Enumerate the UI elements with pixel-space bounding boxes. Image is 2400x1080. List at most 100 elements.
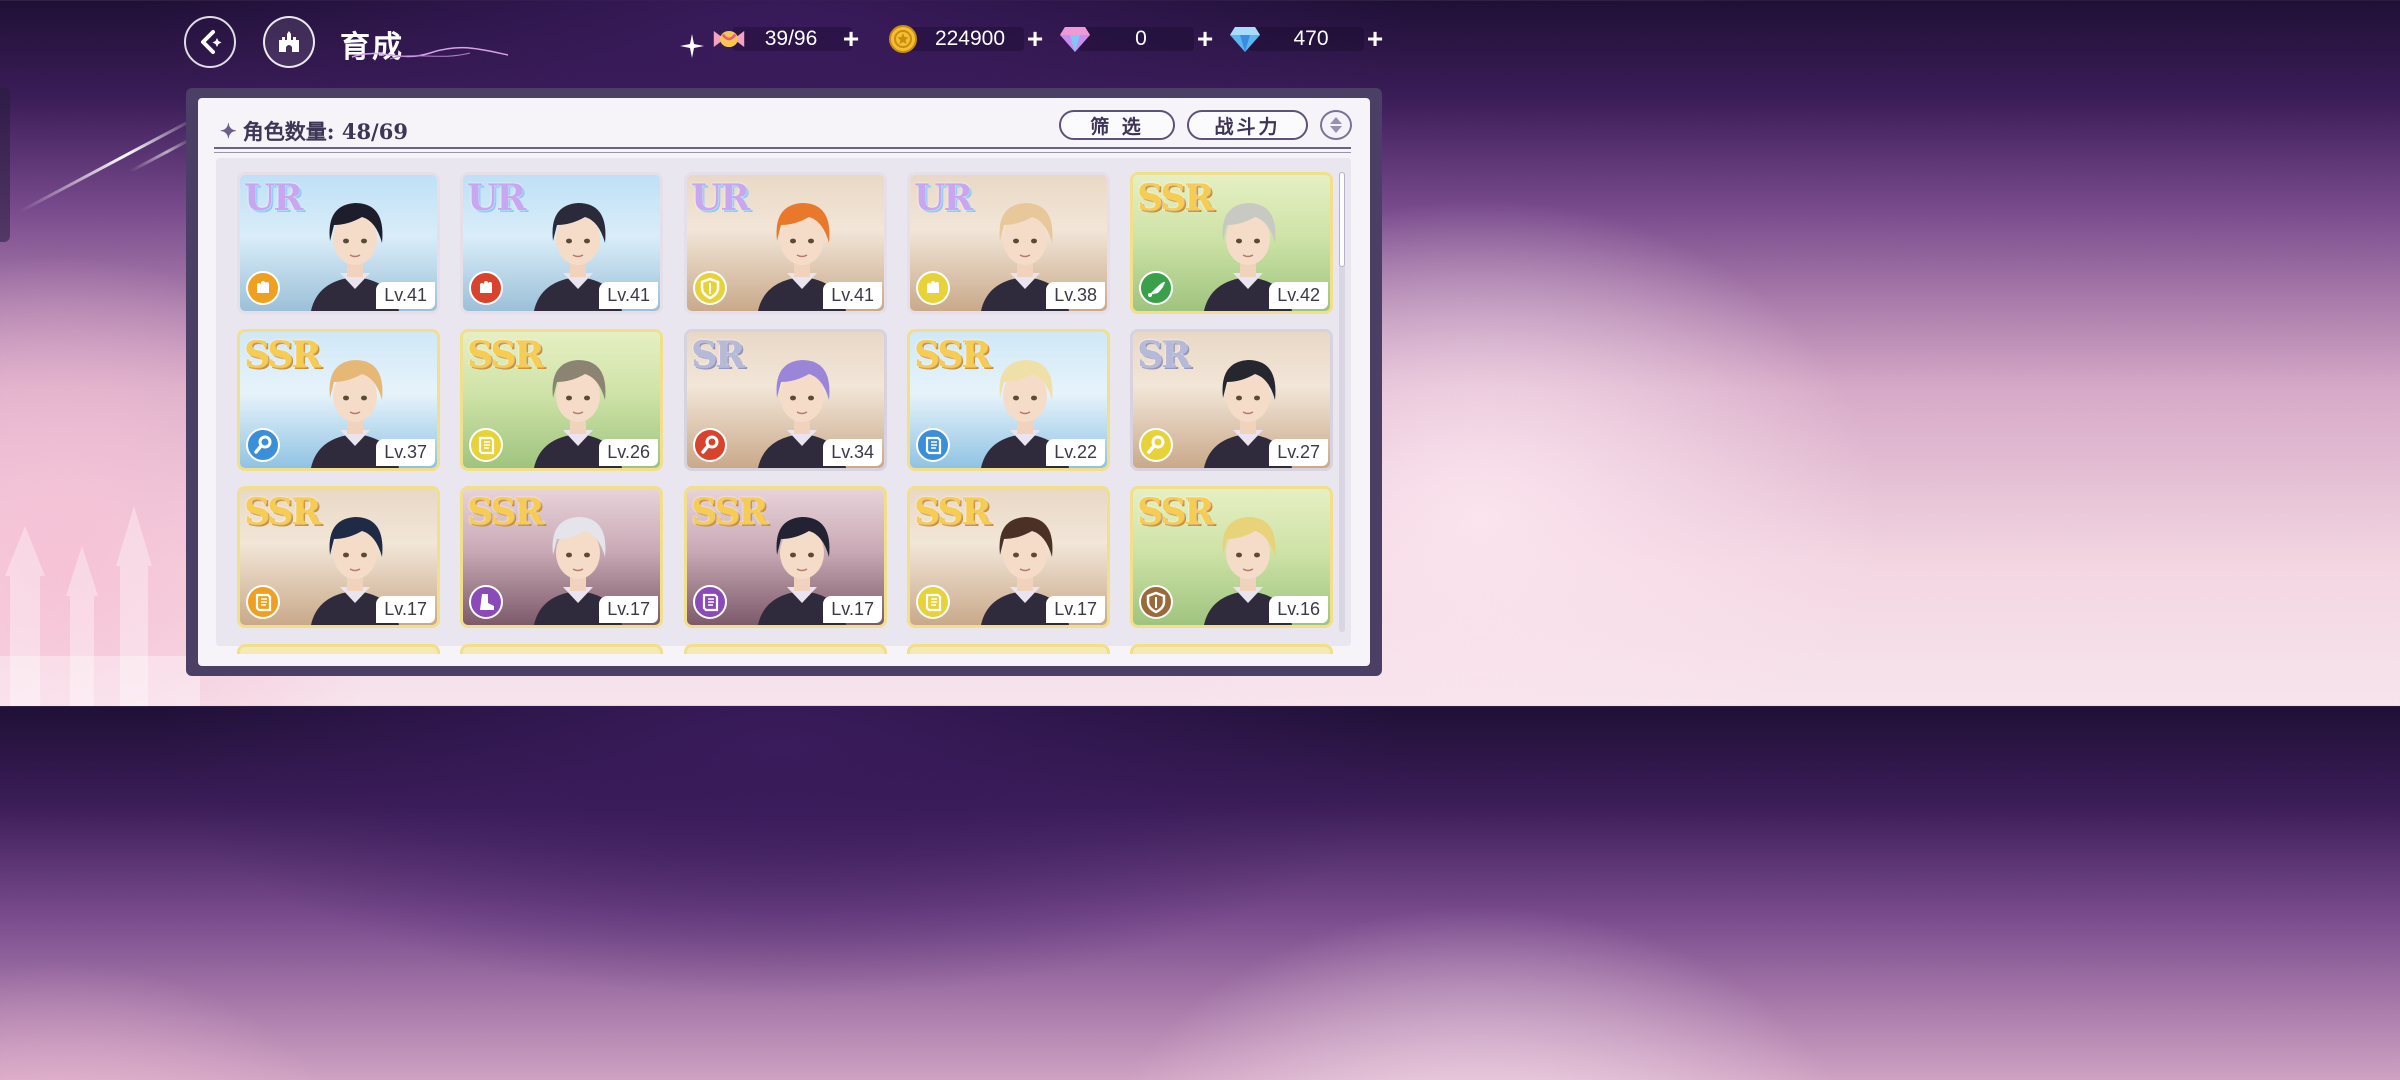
resource-candy: 39/96 + (712, 22, 878, 56)
rarity-badge: SSR (914, 334, 991, 376)
scrollbar-thumb[interactable] (1339, 172, 1345, 267)
character-card[interactable]: SSR Lv.26 (460, 329, 663, 471)
rarity-badge: SSR (244, 334, 321, 376)
book-icon (246, 585, 280, 619)
book-icon (916, 428, 950, 462)
sparkle-icon (680, 34, 704, 58)
magnifier-icon (246, 428, 280, 462)
sparkle-icon: ✦ (220, 119, 237, 143)
character-card[interactable]: SSR Lv.17 (907, 486, 1110, 628)
rarity-badge: SR (691, 334, 745, 376)
sort-up-icon (1330, 117, 1342, 124)
boot-icon (469, 585, 503, 619)
sort-order-toggle[interactable] (1320, 110, 1352, 140)
character-card-partial[interactable] (237, 644, 440, 654)
side-drawer-handle[interactable] (0, 88, 10, 242)
rarity-badge: SSR (467, 491, 544, 533)
resource-blue-gem: 470 + (1228, 22, 1390, 56)
rarity-badge: SSR (1137, 491, 1214, 533)
character-count: ✦ 角色数量: 48/69 (220, 116, 408, 146)
character-level: Lv.41 (599, 282, 658, 309)
back-arrow-icon (201, 30, 222, 54)
book-icon (916, 585, 950, 619)
rarity-badge: SSR (1137, 177, 1214, 219)
character-card[interactable]: SSR Lv.17 (237, 486, 440, 628)
character-card[interactable]: UR Lv.41 (684, 172, 887, 314)
back-button[interactable] (184, 16, 236, 68)
book-icon (693, 585, 727, 619)
shield-icon (1139, 585, 1173, 619)
character-level: Lv.41 (823, 282, 882, 309)
character-card-partial[interactable] (460, 644, 663, 654)
rarity-badge: SSR (914, 491, 991, 533)
character-card[interactable]: UR Lv.41 (237, 172, 440, 314)
fist-icon (246, 271, 280, 305)
add-candy-button[interactable]: + (836, 24, 866, 54)
character-card-partial[interactable] (1130, 644, 1333, 654)
magnifier-icon (1139, 428, 1173, 462)
character-card[interactable]: SSR Lv.22 (907, 329, 1110, 471)
gold-value: 224900 (934, 27, 1006, 50)
fist-icon (469, 271, 503, 305)
character-level: Lv.26 (599, 439, 658, 466)
character-card-partial[interactable] (684, 644, 887, 654)
magnifier-icon (693, 428, 727, 462)
character-card[interactable]: SR Lv.27 (1130, 329, 1333, 471)
fist-icon (916, 271, 950, 305)
filter-button[interactable]: 筛 选 (1059, 110, 1175, 140)
blue-diamond-icon (1228, 22, 1262, 56)
character-level: Lv.17 (1046, 596, 1105, 623)
rarity-badge: UR (467, 177, 526, 219)
rarity-badge: SR (1137, 334, 1191, 376)
header-divider (214, 152, 1351, 153)
character-level: Lv.17 (376, 596, 435, 623)
character-level: Lv.38 (1046, 282, 1105, 309)
character-card[interactable]: SSR Lv.16 (1130, 486, 1333, 628)
header-divider (214, 147, 1351, 149)
rarity-badge: UR (691, 177, 750, 219)
light-streak (19, 116, 198, 213)
character-level: Lv.17 (823, 596, 882, 623)
character-level: Lv.37 (376, 439, 435, 466)
rarity-badge: SSR (244, 491, 321, 533)
character-level: Lv.34 (823, 439, 882, 466)
character-card[interactable]: SSR Lv.17 (684, 486, 887, 628)
pink-gem-value: 0 (1135, 27, 1147, 50)
character-level: Lv.27 (1269, 439, 1328, 466)
add-blue-gem-button[interactable]: + (1360, 24, 1390, 54)
character-level: Lv.42 (1269, 282, 1328, 309)
candy-value: 39/96 (764, 27, 818, 50)
rarity-badge: UR (244, 177, 303, 219)
character-level: Lv.22 (1046, 439, 1105, 466)
pink-diamond-icon (1058, 22, 1092, 56)
character-card[interactable]: SSR Lv.17 (460, 486, 663, 628)
title-flourish (351, 46, 509, 60)
book-icon (469, 428, 503, 462)
gold-coin-icon (886, 22, 920, 56)
add-gold-button[interactable]: + (1020, 24, 1050, 54)
castle-silhouette-icon (0, 506, 200, 706)
candy-icon (712, 22, 746, 56)
character-card-partial[interactable] (907, 644, 1110, 654)
light-streak (129, 137, 193, 173)
character-card[interactable]: SSR Lv.37 (237, 329, 440, 471)
grid-scrollbar[interactable] (1339, 172, 1345, 632)
shield-icon (693, 271, 727, 305)
character-level: Lv.41 (376, 282, 435, 309)
rarity-badge: SSR (691, 491, 768, 533)
castle-icon (279, 31, 299, 52)
character-card[interactable]: SSR Lv.42 (1130, 172, 1333, 314)
character-level: Lv.16 (1269, 596, 1328, 623)
add-pink-gem-button[interactable]: + (1190, 24, 1220, 54)
rarity-badge: UR (914, 177, 973, 219)
character-level: Lv.17 (599, 596, 658, 623)
character-card[interactable]: UR Lv.38 (907, 172, 1110, 314)
sort-by-power-button[interactable]: 战斗力 (1187, 110, 1308, 140)
sort-down-icon (1330, 126, 1342, 133)
home-button[interactable] (263, 16, 315, 68)
resource-pink-gem: 0 + (1058, 22, 1220, 56)
blue-gem-value: 470 (1293, 27, 1329, 50)
character-card[interactable]: UR Lv.41 (460, 172, 663, 314)
rarity-badge: SSR (467, 334, 544, 376)
character-card[interactable]: SR Lv.34 (684, 329, 887, 471)
